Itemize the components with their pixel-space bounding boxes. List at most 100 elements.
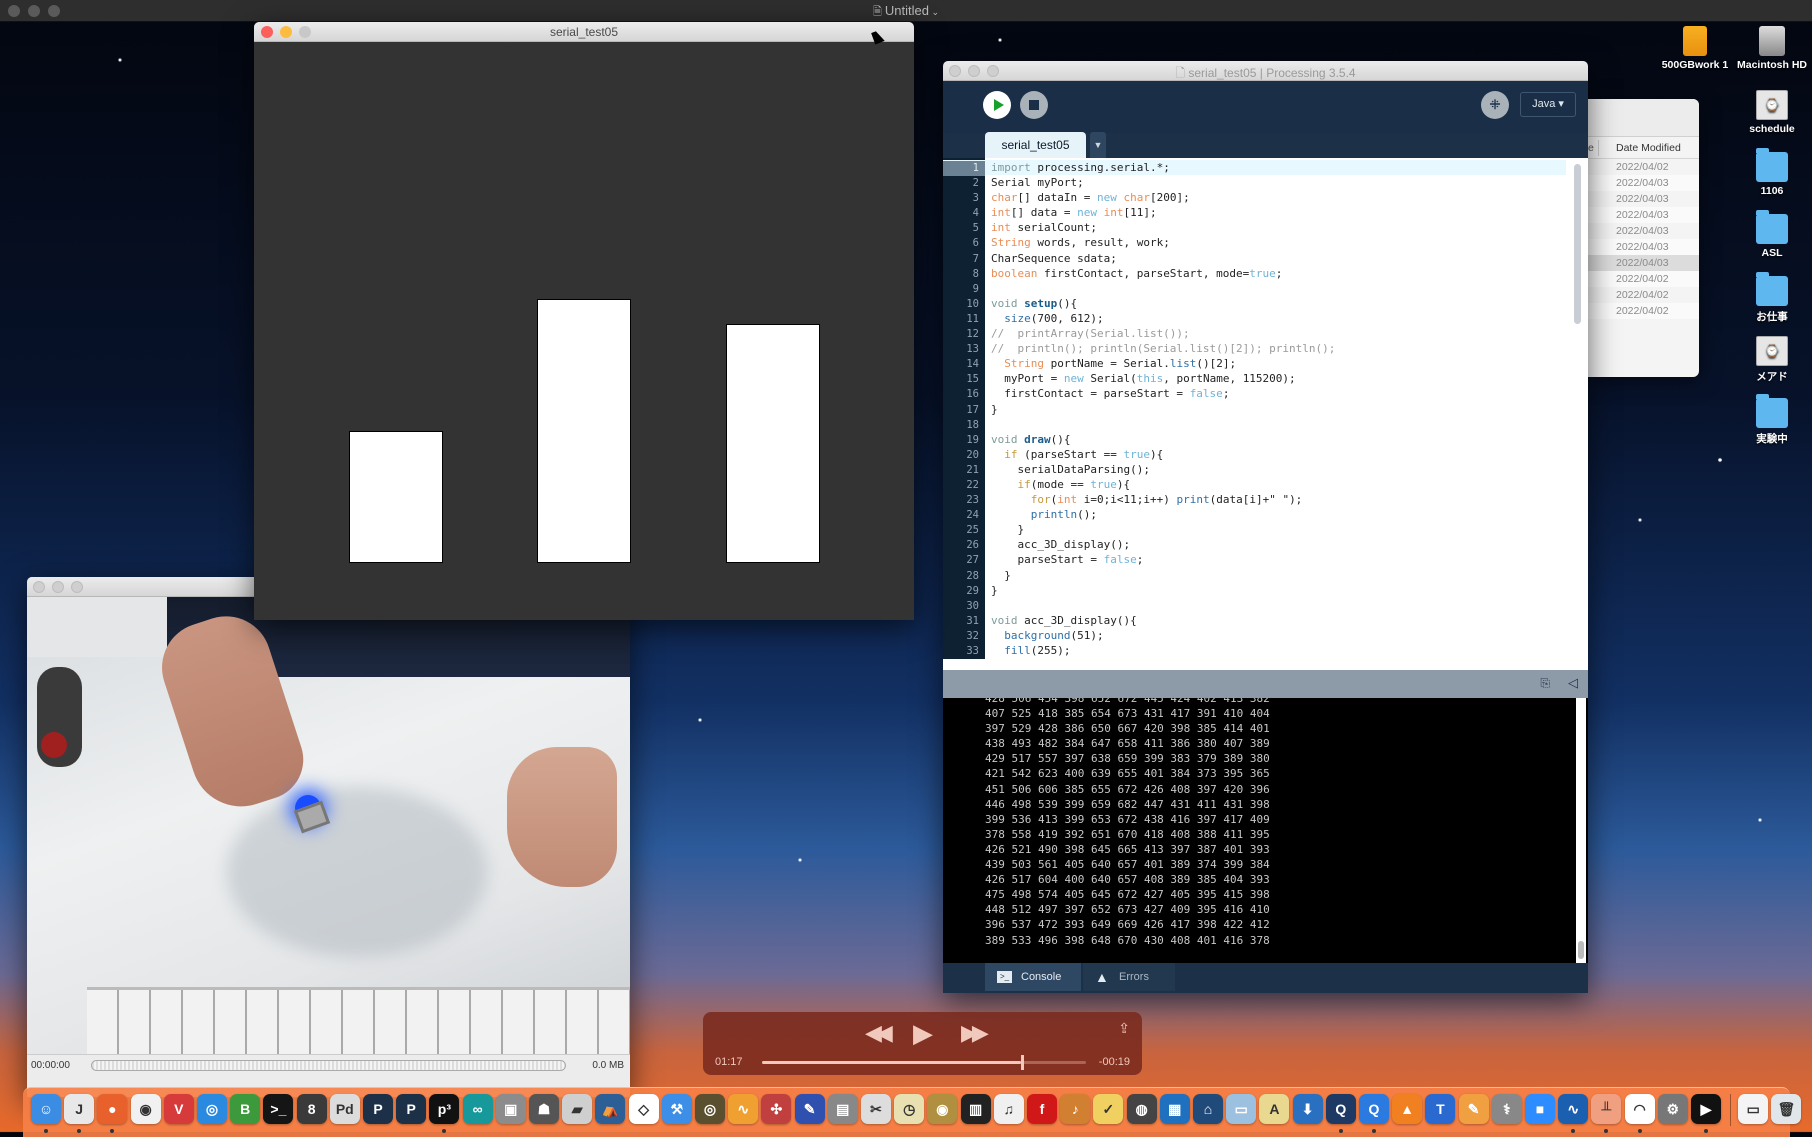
code-line[interactable]: 30 bbox=[943, 598, 1566, 613]
finder-column-header[interactable]: e Date Modified bbox=[1588, 137, 1699, 159]
code-line[interactable]: 5 int serialCount; bbox=[943, 220, 1566, 235]
tab-errors[interactable]: ▲ Errors bbox=[1083, 963, 1175, 991]
dock-scanner-icon[interactable]: ▤ bbox=[827, 1094, 858, 1124]
console-scrollbar[interactable] bbox=[1576, 698, 1586, 963]
code-line[interactable]: 9 bbox=[943, 281, 1566, 296]
dock-pages-icon[interactable]: ✎ bbox=[1458, 1094, 1489, 1124]
dock-notebook-icon[interactable]: ✎ bbox=[794, 1094, 825, 1124]
code-text[interactable]: // println(); println(Serial.list()[2]);… bbox=[991, 341, 1335, 356]
desktop-icon-5[interactable]: ASL bbox=[1732, 210, 1812, 259]
scroll-thumb[interactable] bbox=[1578, 941, 1584, 959]
dock-finder-icon[interactable]: ☺ bbox=[31, 1094, 61, 1124]
dock-robot-icon[interactable]: ☗ bbox=[529, 1094, 559, 1124]
dock-flash-icon[interactable]: f bbox=[1027, 1094, 1057, 1124]
minimize-button[interactable] bbox=[52, 581, 64, 593]
code-text[interactable]: } bbox=[991, 522, 1024, 537]
dock-system-preferences-icon[interactable]: ⚙ bbox=[1657, 1094, 1688, 1124]
code-text[interactable]: parseStart = false; bbox=[991, 552, 1143, 567]
code-line[interactable]: 25 } bbox=[943, 522, 1566, 537]
code-line[interactable]: 32 background(51); bbox=[943, 628, 1566, 643]
code-text[interactable]: String portName = Serial.list()[2]; bbox=[991, 356, 1236, 371]
dock-photo-app-icon[interactable]: ✂ bbox=[861, 1094, 891, 1124]
dock-piano-icon[interactable]: ▥ bbox=[960, 1094, 991, 1124]
dock-xcode-icon[interactable]: ⚒ bbox=[661, 1094, 692, 1124]
code-text[interactable]: void setup(){ bbox=[991, 296, 1077, 311]
dock-app-tag-icon[interactable]: A bbox=[1259, 1094, 1290, 1124]
code-text[interactable]: } bbox=[991, 568, 1011, 583]
desktop-icon-4[interactable]: 1106 bbox=[1732, 148, 1812, 197]
collapse-console-icon[interactable]: ◁ bbox=[1568, 675, 1578, 691]
video-recording-window[interactable]: 00:00:00 0.0 MB bbox=[27, 577, 630, 1097]
code-text[interactable]: } bbox=[991, 583, 998, 598]
code-text[interactable]: size(700, 612); bbox=[991, 311, 1103, 326]
code-editor[interactable]: 1 import processing.serial.*; 2 Serial myPo… bbox=[943, 158, 1588, 659]
tab-serial-test05[interactable]: serial_test05 bbox=[985, 132, 1086, 158]
chevron-down-icon[interactable]: ⌄ bbox=[929, 7, 939, 17]
desktop-icon-8[interactable]: 実験中 bbox=[1732, 394, 1812, 446]
dock-vivaldi-icon[interactable]: V bbox=[163, 1094, 194, 1124]
desktop-icon-1[interactable]: 500GBwork 1 bbox=[1655, 26, 1735, 71]
code-text[interactable]: boolean firstContact, parseStart, mode=t… bbox=[991, 266, 1282, 281]
code-text[interactable]: // printArray(Serial.list()); bbox=[991, 326, 1190, 341]
console-output[interactable]: 428 506 454 398 652 672 445 424 402 413 … bbox=[943, 698, 1588, 963]
code-line[interactable]: 2 Serial myPort; bbox=[943, 175, 1566, 190]
file-row[interactable]: 2022/04/02 bbox=[1588, 159, 1699, 175]
file-row[interactable]: 2022/04/03 bbox=[1588, 255, 1699, 271]
dock-player-icon[interactable]: ▶ bbox=[1691, 1094, 1721, 1124]
scrubber-track[interactable] bbox=[762, 1055, 1086, 1070]
code-text[interactable]: serialDataParsing(); bbox=[991, 462, 1149, 477]
fast-forward-button[interactable]: ▶▶ bbox=[961, 1020, 989, 1046]
code-line[interactable]: 7 CharSequence sdata; bbox=[943, 251, 1566, 266]
code-text[interactable]: firstContact = parseStart = false; bbox=[991, 386, 1229, 401]
dock-processing-alt-icon[interactable]: P bbox=[363, 1094, 393, 1124]
dock-firefox-icon[interactable]: ● bbox=[97, 1094, 128, 1124]
code-line[interactable]: 27 parseStart = false; bbox=[943, 552, 1566, 567]
code-line[interactable]: 29} bbox=[943, 583, 1566, 598]
sketch-window[interactable]: serial_test05 bbox=[254, 22, 914, 620]
code-line[interactable]: 12 // printArray(Serial.list()); bbox=[943, 326, 1566, 341]
code-text[interactable]: } bbox=[991, 402, 998, 417]
dock-3d-box-icon[interactable]: ▣ bbox=[495, 1094, 526, 1124]
dock-itunes-icon[interactable]: ♫ bbox=[993, 1094, 1024, 1124]
file-row[interactable]: 2022/04/03 bbox=[1588, 239, 1699, 255]
code-text[interactable]: String words, result, work; bbox=[991, 235, 1170, 250]
dock-usb-drive-icon[interactable]: ▰ bbox=[562, 1094, 593, 1124]
editor-scrollbar[interactable] bbox=[1566, 158, 1588, 659]
dock-garageband-icon[interactable]: ♪ bbox=[1060, 1094, 1091, 1124]
zoom-button[interactable] bbox=[71, 581, 83, 593]
file-row[interactable]: 2022/04/03 bbox=[1588, 175, 1699, 191]
dock-pure-data-icon[interactable]: Pd bbox=[329, 1094, 360, 1124]
dock-quicktime-icon[interactable]: Q bbox=[1325, 1094, 1356, 1124]
stop-button[interactable] bbox=[1020, 91, 1048, 119]
code-line[interactable]: 11 size(700, 612); bbox=[943, 311, 1566, 326]
code-text[interactable]: char[] dataIn = new char[200]; bbox=[991, 190, 1190, 205]
close-button[interactable] bbox=[33, 581, 45, 593]
dock-safari-icon[interactable]: ◎ bbox=[197, 1094, 227, 1124]
file-row[interactable]: 2022/04/03 bbox=[1588, 207, 1699, 223]
tab-console[interactable]: >_ Console bbox=[985, 963, 1081, 991]
code-line[interactable]: 6 String words, result, work; bbox=[943, 235, 1566, 250]
dock-clapper-icon[interactable]: ⬇ bbox=[1292, 1094, 1323, 1124]
file-row[interactable]: 2022/04/02 bbox=[1588, 287, 1699, 303]
code-line[interactable]: 8 boolean firstContact, parseStart, mode=… bbox=[943, 266, 1566, 281]
dock-keynote-icon[interactable]: T bbox=[1425, 1094, 1456, 1124]
code-line[interactable]: 4 int[] data = new int[11]; bbox=[943, 205, 1566, 220]
desktop-icon-2[interactable]: Macintosh HD bbox=[1732, 26, 1812, 71]
finder-window[interactable]: e Date Modified 2022/04/02 2022/04/03 2022… bbox=[1588, 99, 1699, 377]
code-text[interactable]: Serial myPort; bbox=[991, 175, 1084, 190]
column-header-date-modified[interactable]: Date Modified bbox=[1616, 137, 1681, 159]
code-line[interactable]: 14 String portName = Serial.list()[2]; bbox=[943, 356, 1566, 371]
code-text[interactable]: if (parseStart == true){ bbox=[991, 447, 1163, 462]
code-line[interactable]: 17} bbox=[943, 402, 1566, 417]
tab-menu-button[interactable]: ▼ bbox=[1090, 132, 1106, 158]
code-text[interactable]: if(mode == true){ bbox=[991, 477, 1131, 492]
dock-intel-power-gadget-icon[interactable]: ∿ bbox=[1558, 1094, 1589, 1124]
dock-chrome-icon[interactable]: ◉ bbox=[130, 1094, 161, 1124]
dock-arduino-icon[interactable]: ∞ bbox=[462, 1094, 493, 1124]
rewind-button[interactable]: ◀◀ bbox=[865, 1020, 893, 1046]
column-header-partial[interactable]: e bbox=[1588, 137, 1594, 159]
title-bar[interactable]: serial_test05 bbox=[254, 22, 914, 42]
file-row[interactable]: 2022/04/02 bbox=[1588, 271, 1699, 287]
code-line[interactable]: 15 myPort = new Serial(this, portName, 1… bbox=[943, 371, 1566, 386]
code-text[interactable]: fill(255); bbox=[991, 643, 1070, 658]
